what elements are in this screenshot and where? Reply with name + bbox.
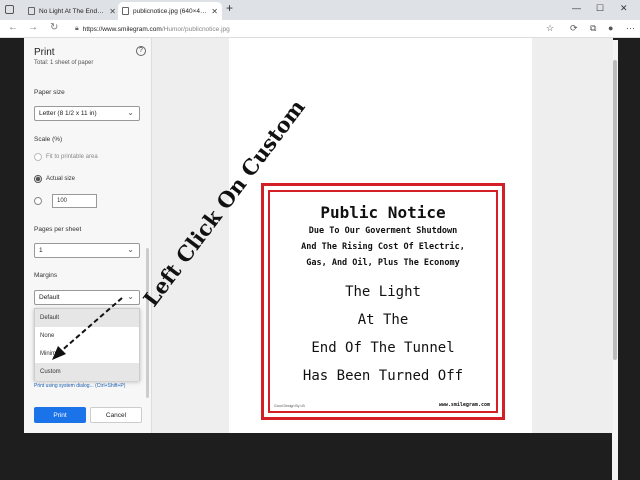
- margin-option-none[interactable]: None: [35, 327, 139, 345]
- notice-big-line: At The: [357, 312, 409, 328]
- profile-icon[interactable]: ●: [608, 23, 613, 33]
- margin-option-minimum[interactable]: Minimum: [35, 345, 139, 363]
- notice-sub-line: Due To Our Goverment Shutdown: [308, 226, 458, 236]
- extensions-icon[interactable]: ⟳: [570, 23, 578, 34]
- custom-scale-radio[interactable]: [34, 197, 42, 205]
- print-preview-page: Public Notice Due To Our Goverment Shutd…: [229, 38, 532, 433]
- notice-credit: Good Design By LB: [274, 404, 305, 408]
- notice-heading: Public Notice: [320, 203, 446, 222]
- workspaces-icon[interactable]: [5, 5, 14, 14]
- forward-icon[interactable]: →: [28, 22, 38, 33]
- chevron-down-icon: ⌄: [127, 108, 134, 117]
- notice-big-line: The Light: [345, 284, 421, 300]
- collections-icon[interactable]: ⧉: [590, 23, 596, 34]
- print-title: Print: [34, 47, 55, 58]
- tab-no-light[interactable]: No Light At The End Of The Tunnel ✕: [24, 2, 120, 20]
- margin-option-default[interactable]: Default: [35, 309, 139, 327]
- notice-big-line: Has Been Turned Off: [302, 368, 464, 384]
- pages-per-sheet-value: 1: [39, 247, 43, 254]
- paper-size-label: Paper size: [34, 89, 65, 96]
- print-dialog: Print Total: 1 sheet of paper ? Paper si…: [24, 38, 613, 433]
- pages-per-sheet-select[interactable]: 1 ⌄: [34, 243, 140, 258]
- notice-big-line: End Of The Tunnel: [311, 340, 455, 356]
- print-settings-panel: Print Total: 1 sheet of paper ? Paper si…: [24, 38, 152, 433]
- tab-title: No Light At The End Of The Tunnel: [39, 7, 106, 15]
- margins-dropdown: Default None Minimum Custom: [34, 308, 140, 381]
- tab-bar: No Light At The End Of The Tunnel ✕ publ…: [0, 0, 640, 20]
- sheet-count: Total: 1 sheet of paper: [34, 60, 94, 66]
- refresh-icon[interactable]: ↻: [50, 22, 58, 33]
- back-icon[interactable]: ←: [8, 22, 18, 33]
- chevron-down-icon: ⌄: [127, 245, 134, 254]
- help-icon[interactable]: ?: [136, 46, 146, 56]
- margins-label: Margins: [34, 272, 58, 279]
- notice-site: www.smilegram.com: [438, 402, 490, 408]
- notice-sub-line: Gas, And Oil, Plus The Economy: [306, 258, 460, 268]
- url-path: /Humor/publicnotice.jpg: [161, 25, 230, 33]
- margins-value: Default: [39, 294, 60, 301]
- tab-publicnotice[interactable]: publicnotice.jpg (640×480) ✕: [118, 2, 222, 20]
- favorite-star-icon[interactable]: ☆: [546, 23, 554, 34]
- system-dialog-link[interactable]: Print using system dialog... (Ctrl+Shift…: [34, 383, 125, 389]
- page-icon: [28, 7, 35, 15]
- actual-size-radio[interactable]: [34, 175, 42, 183]
- close-tab-icon[interactable]: ✕: [211, 7, 218, 16]
- print-button[interactable]: Print: [34, 407, 86, 423]
- actual-size-label: Actual size: [46, 176, 76, 182]
- page-icon: [122, 7, 129, 15]
- margin-option-custom[interactable]: Custom: [35, 363, 139, 381]
- lock-icon[interactable]: 🔒︎: [75, 25, 79, 33]
- scale-input[interactable]: 100: [52, 194, 97, 208]
- paper-size-value: Letter (8 1/2 x 11 in): [39, 110, 97, 117]
- pages-per-sheet-label: Pages per sheet: [34, 226, 82, 233]
- scrollbar-thumb[interactable]: [613, 60, 617, 360]
- url-field[interactable]: 🔒︎ https://www.smilegram.com/Humor/publi…: [75, 22, 535, 36]
- fit-to-printable-label: Fit to printable area: [46, 154, 98, 160]
- notice-inner-border: Public Notice Due To Our Goverment Shutd…: [268, 190, 498, 413]
- panel-scrollbar[interactable]: [146, 248, 149, 398]
- minimize-icon[interactable]: —: [572, 3, 581, 13]
- close-window-icon[interactable]: ✕: [620, 3, 628, 14]
- url-host: https://www.smilegram.com: [82, 25, 162, 33]
- fit-to-printable-radio[interactable]: [34, 153, 42, 161]
- tab-title: publicnotice.jpg (640×480): [133, 7, 208, 15]
- maximize-icon[interactable]: ☐: [596, 3, 604, 14]
- screen: No Light At The End Of The Tunnel ✕ publ…: [0, 0, 640, 480]
- notice-sub-line: And The Rising Cost Of Electric,: [301, 242, 465, 252]
- public-notice-image: Public Notice Due To Our Goverment Shutd…: [261, 183, 505, 420]
- paper-size-select[interactable]: Letter (8 1/2 x 11 in) ⌄: [34, 106, 140, 121]
- cancel-button[interactable]: Cancel: [90, 407, 142, 423]
- more-menu-icon[interactable]: ⋯: [626, 23, 635, 34]
- margins-select[interactable]: Default ⌄: [34, 290, 140, 305]
- new-tab-icon[interactable]: +: [226, 1, 233, 15]
- close-tab-icon[interactable]: ✕: [109, 7, 116, 16]
- scale-label: Scale (%): [34, 136, 63, 143]
- address-bar: ← → ↻ 🔒︎ https://www.smilegram.com/Humor…: [0, 20, 640, 38]
- chevron-down-icon: ⌄: [127, 292, 134, 301]
